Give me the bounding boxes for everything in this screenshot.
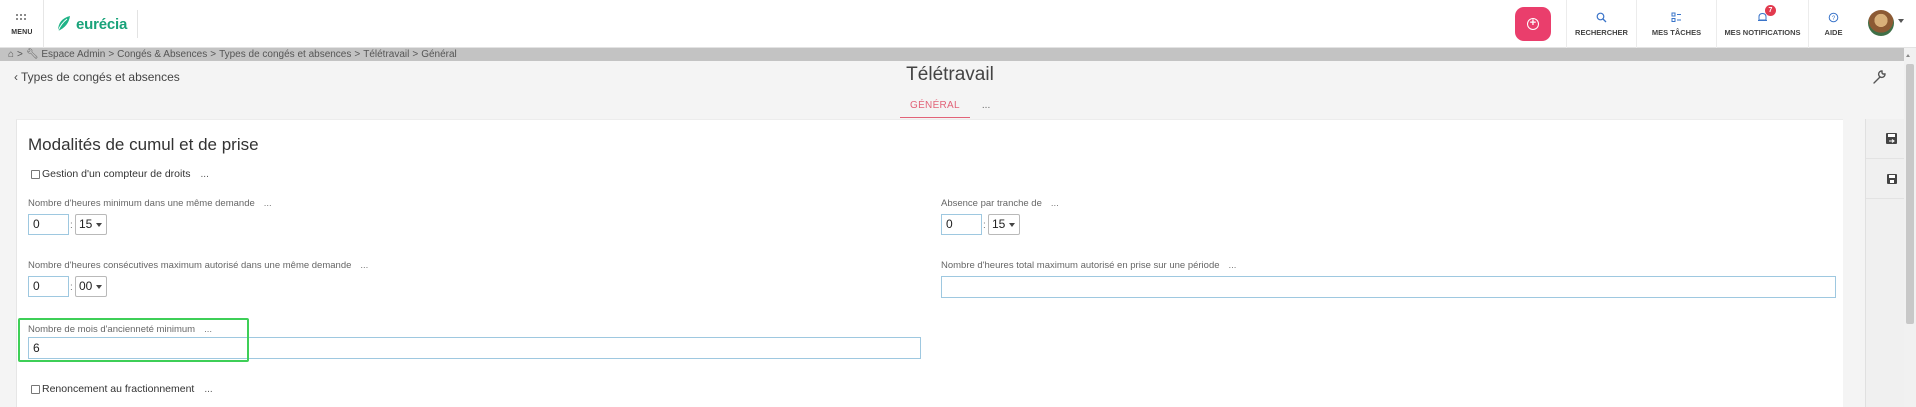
tab-more[interactable]: ... bbox=[982, 100, 990, 111]
save-icon bbox=[1886, 173, 1897, 184]
tab-general[interactable]: GÉNÉRAL bbox=[900, 100, 970, 118]
notifications-label: MES NOTIFICATIONS bbox=[1724, 28, 1801, 37]
chevron-down-icon bbox=[96, 223, 102, 227]
max-consecutives-colon: : bbox=[70, 282, 73, 293]
breadcrumb-item[interactable]: Congés & Absences bbox=[117, 49, 207, 60]
max-consecutives-more[interactable]: ... bbox=[360, 260, 368, 271]
absence-tranche-minutes-select[interactable]: 15 bbox=[988, 214, 1020, 235]
breadcrumb-item[interactable]: Types de congés et absences bbox=[219, 49, 351, 60]
menu-button[interactable]: MENU bbox=[0, 0, 44, 48]
gestion-compteur-label: Gestion d'un compteur de droits bbox=[42, 168, 191, 180]
search-icon bbox=[1596, 12, 1607, 23]
search-button[interactable]: RECHERCHER bbox=[1566, 0, 1636, 48]
absence-tranche-colon: : bbox=[983, 220, 986, 231]
plus-icon: + bbox=[1527, 18, 1539, 30]
absence-tranche-minutes-value: 15 bbox=[992, 217, 1006, 231]
breadcrumb-item[interactable]: Télétravail bbox=[363, 49, 409, 60]
menu-label: MENU bbox=[11, 29, 33, 36]
wrench-icon[interactable] bbox=[1870, 68, 1888, 86]
logo-leaf-icon bbox=[57, 16, 70, 32]
grid-menu-icon bbox=[16, 14, 28, 22]
tasks-icon bbox=[1671, 12, 1681, 22]
tab-bar: GÉNÉRAL ... bbox=[900, 100, 990, 118]
breadcrumb-item: Général bbox=[421, 49, 457, 60]
max-consecutives-label: Nombre d'heures consécutives maximum aut… bbox=[28, 260, 368, 271]
back-link[interactable]: ‹ Types de congés et absences bbox=[14, 70, 180, 84]
notifications-button[interactable]: 7 MES NOTIFICATIONS bbox=[1716, 0, 1808, 48]
absence-tranche-label: Absence par tranche de... bbox=[941, 198, 1059, 209]
quick-add-button[interactable]: + bbox=[1515, 7, 1551, 41]
renoncement-more[interactable]: ... bbox=[204, 384, 212, 395]
renoncement-row: Renoncement au fractionnement ... bbox=[31, 383, 213, 395]
section-title: Modalités de cumul et de prise bbox=[28, 135, 259, 154]
breadcrumb: ⌂ > 🔧︎ Espace Admin > Congés & Absences > Type… bbox=[0, 48, 1916, 61]
logo[interactable]: eurécia bbox=[56, 12, 127, 36]
min-heures-label: Nombre d'heures minimum dans une même de… bbox=[28, 198, 272, 209]
max-consecutives-label-text: Nombre d'heures consécutives maximum aut… bbox=[28, 260, 352, 271]
min-heures-label-text: Nombre d'heures minimum dans une même de… bbox=[28, 198, 255, 209]
renoncement-checkbox[interactable] bbox=[31, 384, 40, 394]
min-heures-minutes-select[interactable]: 15 bbox=[75, 214, 107, 235]
max-total-input[interactable] bbox=[941, 276, 1836, 298]
gestion-compteur-more[interactable]: ... bbox=[201, 169, 209, 180]
page-title: Télétravail bbox=[906, 64, 994, 85]
top-bar: MENU eurécia + RECHERCHER MES TÂCHES 7 M… bbox=[0, 0, 1916, 48]
max-total-label: Nombre d'heures total maximum autorisé e… bbox=[941, 260, 1236, 271]
max-consecutives-minutes-value: 00 bbox=[79, 279, 93, 293]
chevron-down-icon[interactable] bbox=[1898, 19, 1904, 23]
min-heures-minutes-value: 15 bbox=[79, 217, 93, 231]
logo-text: eurécia bbox=[76, 15, 128, 33]
absence-tranche-label-text: Absence par tranche de bbox=[941, 198, 1042, 209]
chevron-left-icon: ‹ bbox=[14, 70, 18, 84]
help-button[interactable]: ? AIDE bbox=[1808, 0, 1858, 48]
gestion-compteur-checkbox[interactable] bbox=[31, 169, 40, 179]
max-total-more[interactable]: ... bbox=[1229, 260, 1237, 271]
max-consecutives-minutes-select[interactable]: 00 bbox=[75, 276, 107, 297]
absence-tranche-hours-input[interactable]: 0 bbox=[941, 214, 982, 235]
gestion-compteur-row: Gestion d'un compteur de droits ... bbox=[31, 168, 209, 180]
tasks-button[interactable]: MES TÂCHES bbox=[1636, 0, 1716, 48]
min-heures-colon: : bbox=[70, 220, 73, 231]
logo-divider bbox=[137, 10, 138, 38]
min-heures-more[interactable]: ... bbox=[264, 198, 272, 209]
renoncement-label: Renoncement au fractionnement bbox=[42, 383, 195, 395]
breadcrumb-item[interactable]: Espace Admin bbox=[41, 49, 105, 60]
back-label: Types de congés et absences bbox=[21, 70, 180, 84]
tasks-label: MES TÂCHES bbox=[1651, 28, 1702, 37]
max-total-label-text: Nombre d'heures total maximum autorisé e… bbox=[941, 260, 1220, 271]
max-consecutives-hours-input[interactable]: 0 bbox=[28, 276, 69, 297]
notification-badge: 7 bbox=[1765, 5, 1776, 16]
help-label: AIDE bbox=[1824, 28, 1843, 37]
min-heures-hours-input[interactable]: 0 bbox=[28, 214, 69, 235]
chevron-down-icon bbox=[1009, 223, 1015, 227]
home-icon[interactable]: ⌂ bbox=[8, 48, 14, 61]
vertical-scrollbar[interactable] bbox=[1900, 48, 1916, 407]
wrench-small-icon: 🔧︎ bbox=[25, 49, 39, 60]
search-label: RECHERCHER bbox=[1575, 28, 1628, 37]
highlight-box bbox=[18, 318, 249, 362]
help-icon: ? bbox=[1828, 12, 1839, 23]
save-close-icon bbox=[1886, 133, 1897, 144]
avatar[interactable] bbox=[1868, 10, 1894, 36]
chevron-down-icon bbox=[96, 285, 102, 289]
absence-tranche-more[interactable]: ... bbox=[1051, 198, 1059, 209]
